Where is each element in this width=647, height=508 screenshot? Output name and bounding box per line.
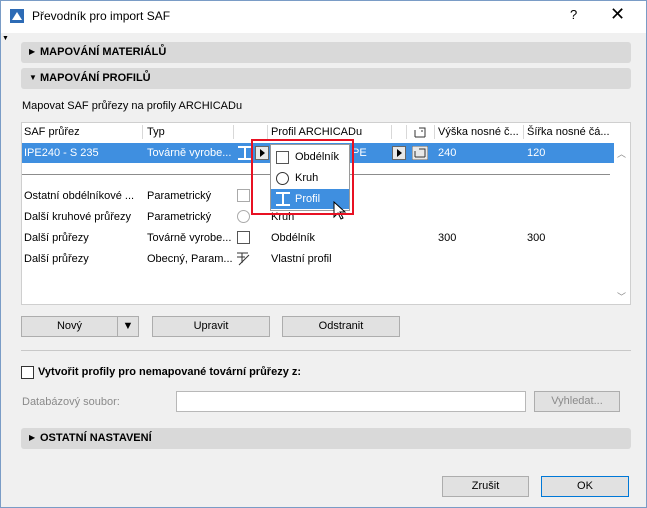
- cell-profile: Obdélník: [271, 232, 316, 244]
- cell-height: 240: [438, 147, 457, 159]
- header-height[interactable]: Výška nosné č...: [438, 123, 521, 141]
- map-description: Mapovat SAF průřezy na profily ARCHICADu: [22, 100, 243, 112]
- highlight-box: [251, 139, 354, 215]
- table-row[interactable]: Další průřezy Obecný, Param... Vlastní p…: [22, 249, 612, 269]
- rectangle-icon: [237, 189, 250, 202]
- section-profiles[interactable]: ▼ MAPOVÁNÍ PROFILŮ: [21, 68, 631, 89]
- cell-saf: Ostatní obdélníkové ...: [24, 190, 135, 202]
- cell-width: 300: [527, 232, 546, 244]
- cell-profile: Vlastní profil: [271, 253, 332, 265]
- remove-button[interactable]: Odstranit: [282, 316, 400, 337]
- profile-select-button[interactable]: [392, 146, 406, 160]
- cell-type: Továrně vyrobe...: [147, 147, 232, 159]
- close-button[interactable]: ✕: [610, 4, 625, 24]
- cell-saf: Další průřezy: [24, 253, 89, 265]
- divider: [21, 350, 631, 351]
- header-saf[interactable]: SAF průřez: [24, 123, 142, 141]
- cell-saf: Další průřezy: [24, 232, 89, 244]
- header-separator: [523, 125, 524, 139]
- header-separator: [233, 125, 234, 139]
- cell-saf: Další kruhové průřezy: [24, 211, 131, 223]
- header-type[interactable]: Typ: [147, 123, 232, 141]
- section-other[interactable]: ▶ OSTATNÍ NASTAVENÍ: [21, 428, 631, 449]
- expand-arrow-icon: ▶: [29, 433, 36, 442]
- custom-profile-icon: [237, 252, 250, 266]
- header-separator: [406, 125, 407, 139]
- header-separator: [142, 125, 143, 139]
- dimension-icon: [414, 127, 426, 138]
- window-title: Převodník pro import SAF: [32, 9, 171, 23]
- section-profiles-label: MAPOVÁNÍ PROFILŮ: [40, 72, 151, 84]
- new-button[interactable]: Nový: [21, 316, 118, 337]
- cell-type: Továrně vyrobe...: [147, 232, 232, 244]
- header-separator: [434, 125, 435, 139]
- rectangle-icon: [237, 231, 250, 244]
- side-marker-icon: ▼: [2, 35, 9, 42]
- create-profiles-label: Vytvořit profily pro nemapované tovární …: [38, 366, 302, 378]
- cell-height: 300: [438, 232, 457, 244]
- cell-type: Parametrický: [147, 190, 212, 202]
- scroll-up-icon[interactable]: ︿: [617, 147, 626, 160]
- section-materials[interactable]: ▶ MAPOVÁNÍ MATERIÁLŮ: [21, 42, 631, 63]
- circle-icon: [237, 210, 250, 223]
- ok-button[interactable]: OK: [541, 476, 629, 497]
- app-icon: [10, 9, 24, 23]
- header-separator: [391, 125, 392, 139]
- cell-type: Obecný, Param...: [147, 253, 233, 265]
- header-width[interactable]: Šířka nosné čá...: [527, 123, 613, 141]
- cell-type: Parametrický: [147, 211, 212, 223]
- cell-saf: IPE240 - S 235: [24, 147, 99, 159]
- create-profiles-checkbox[interactable]: [21, 366, 34, 379]
- expand-arrow-icon: ▶: [29, 47, 36, 56]
- cell-profile: PE: [352, 147, 367, 159]
- table-row[interactable]: Další průřezy Továrně vyrobe... Obdélník…: [22, 228, 612, 248]
- cancel-button[interactable]: Zrušit: [442, 476, 529, 497]
- db-file-label: Databázový soubor:: [22, 396, 120, 408]
- dimension-icon[interactable]: [412, 146, 428, 160]
- db-file-field[interactable]: [176, 391, 526, 412]
- scroll-down-icon[interactable]: ﹀: [617, 290, 626, 303]
- edit-button[interactable]: Upravit: [152, 316, 270, 337]
- collapse-arrow-icon: ▼: [29, 73, 37, 82]
- section-other-label: OSTATNÍ NASTAVENÍ: [40, 432, 152, 444]
- cell-width: 120: [527, 147, 546, 159]
- section-materials-label: MAPOVÁNÍ MATERIÁLŮ: [40, 46, 167, 58]
- header-separator: [267, 125, 268, 139]
- browse-button[interactable]: Vyhledat...: [534, 391, 620, 412]
- new-dropdown-button[interactable]: ▼: [117, 316, 139, 337]
- help-button[interactable]: ?: [570, 7, 577, 22]
